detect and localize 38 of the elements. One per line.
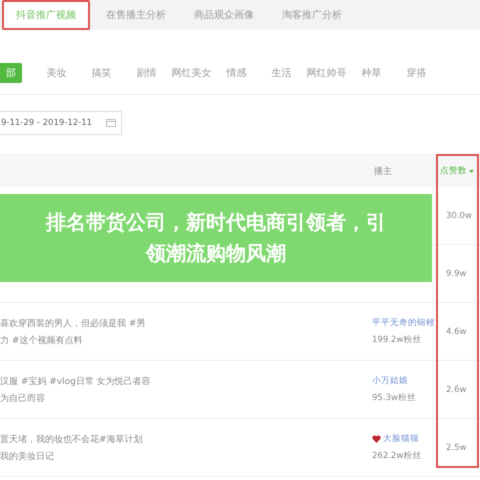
caret-icon — [469, 170, 474, 172]
sort-header[interactable]: 点赞数 — [440, 165, 467, 177]
like-count: 2.6w — [446, 384, 466, 394]
follower-count: 199.2w粉丝 — [372, 334, 422, 346]
category-filter[interactable]: 生活 — [259, 63, 304, 83]
banner-title: 领潮流购物风潮 — [146, 240, 286, 267]
tab[interactable]: 抖音推广视频 — [2, 0, 90, 30]
video-description: 喜欢穿西装的男人，但必须是我 #男 — [0, 318, 146, 330]
tab[interactable]: 淘客推广分析 — [270, 0, 354, 30]
category-filter[interactable]: 搞笑 — [79, 63, 124, 83]
like-count: 4.6w — [446, 326, 466, 336]
like-count: 30.0w — [446, 210, 472, 220]
tab[interactable]: 商品观众画像 — [182, 0, 266, 30]
video-description: 置天堵，我的妆也不会花#海草计划 — [0, 434, 144, 446]
category-filter[interactable]: 网红帅哥 — [304, 63, 349, 83]
author-link[interactable]: 小万姑娘 — [372, 375, 408, 387]
video-description: 我的美妆日记 — [0, 450, 55, 462]
column-header: 播主 — [374, 166, 392, 178]
category-filter[interactable]: 穿搭 — [394, 63, 439, 83]
category-filter[interactable]: 网红美女 — [169, 63, 214, 83]
author-link[interactable]: 大脸猫猫 — [383, 433, 419, 445]
category-filter[interactable]: 情感 — [214, 63, 259, 83]
calendar-icon — [106, 118, 116, 127]
follower-count: 95.3w粉丝 — [372, 392, 417, 404]
follower-count: 262.2w粉丝 — [372, 450, 422, 462]
category-filter[interactable]: 美妆 — [34, 63, 79, 83]
video-description: 为自己而容 — [0, 392, 46, 404]
author-link[interactable]: 平平无奇的锦鲤 — [372, 317, 435, 329]
category-filter[interactable]: 部 — [0, 63, 22, 83]
like-count: 9.9w — [446, 268, 466, 278]
date-range-field[interactable]: 9-11-29 - 2019-12-11 — [0, 111, 122, 135]
category-filter[interactable]: 剧情 — [124, 63, 169, 83]
banner-title: 排名带货公司，新时代电商引领者，引 — [46, 209, 386, 236]
tab[interactable]: 在售播主分析 — [94, 0, 178, 30]
like-count: 2.5w — [446, 442, 466, 452]
video-description: 力 #这个视频有点料 — [0, 334, 84, 346]
category-filter[interactable]: 种草 — [349, 63, 394, 83]
video-description: 汉服 #宝妈 #vlog日常 女为悦己者容 — [0, 376, 152, 388]
